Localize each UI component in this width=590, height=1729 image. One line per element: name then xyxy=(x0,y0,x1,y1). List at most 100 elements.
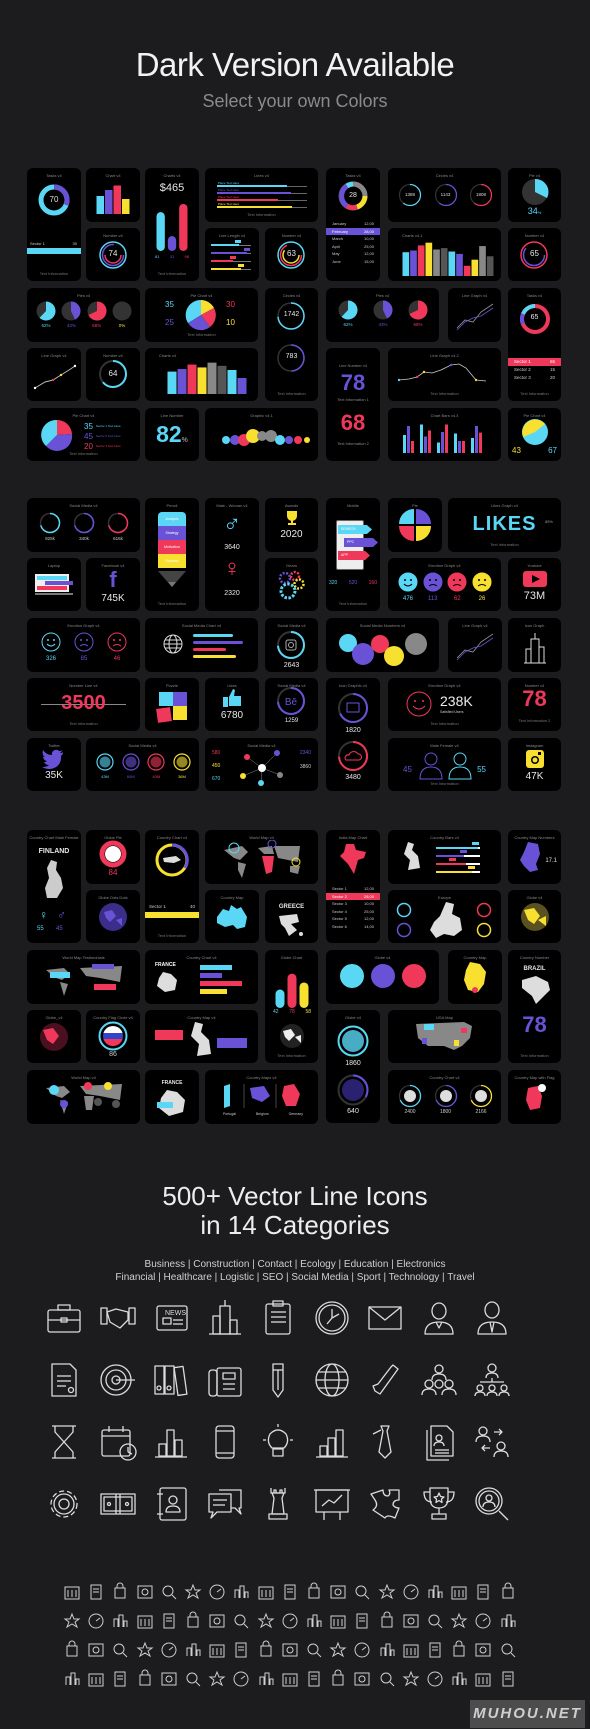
card-footer: Text Information xyxy=(69,721,98,726)
card-social1: Social Media v4 925k 340k 616k xyxy=(27,498,140,552)
world-map xyxy=(224,840,301,878)
stat-value: 520 xyxy=(348,580,358,586)
social-icon-item: 84M xyxy=(122,753,140,783)
india-map xyxy=(340,844,366,874)
sector-value: 12,00 xyxy=(363,916,374,921)
card-male-female: Male - Woman v4 ♂ 3640 ♀ 2320 xyxy=(205,498,259,611)
card-number-3500: Number Line v4 3500 Text Information xyxy=(27,678,140,731)
card-title: Twitter xyxy=(48,743,60,748)
small-icon xyxy=(187,1611,199,1628)
card-gears: Gears xyxy=(265,558,318,611)
country-label: Belgium xyxy=(255,1112,269,1116)
pencil-segment: Strategy xyxy=(158,526,186,540)
line-chart xyxy=(33,364,77,390)
card-title: Charts v4 xyxy=(159,353,177,358)
card-emotion: Emotion Graph v4 326 85 46 xyxy=(27,618,140,672)
lightbulb-icon xyxy=(263,1424,293,1457)
country-ring: 1800 xyxy=(434,1084,458,1118)
country-bars xyxy=(436,842,480,873)
month-name: February xyxy=(332,228,349,234)
bar xyxy=(428,430,431,453)
bar xyxy=(167,371,177,394)
sector-value: 10,00 xyxy=(363,901,374,906)
bar xyxy=(177,369,187,394)
card-title: Number v4 xyxy=(281,233,302,238)
small-icon xyxy=(330,1585,346,1599)
pill-bar xyxy=(156,212,165,251)
follower-count: 745K xyxy=(101,593,125,604)
card-title: Pies v4 xyxy=(76,293,91,298)
telephone-icon xyxy=(372,1364,399,1395)
ring-value: 1742 xyxy=(283,311,300,318)
pencil-icon xyxy=(272,1363,284,1398)
exchange-people-icon xyxy=(475,1426,509,1458)
card-title: Icon Graph xyxy=(524,623,545,628)
card-title: Line Number xyxy=(160,413,184,418)
card-globe-red: Globe_v4 xyxy=(27,1010,81,1063)
small-icon xyxy=(260,1640,272,1657)
sector-row: Sector 2 28,00 xyxy=(326,892,380,900)
card-title: Emotion Graph v4 xyxy=(67,623,100,628)
bar xyxy=(425,242,433,276)
card-title: Tasks v4 xyxy=(526,293,543,298)
card-title: Instagram xyxy=(525,743,544,748)
sector-label: Sector 5 xyxy=(332,916,347,921)
card-korea: Country Map with Flag xyxy=(508,1070,561,1124)
pie-item: 68% xyxy=(87,301,107,335)
card-worldmap-text: World Map Testimonials xyxy=(27,950,140,1004)
small-icon xyxy=(234,1614,249,1629)
small-icon xyxy=(235,1642,247,1658)
card-footer: Text Information xyxy=(490,542,519,547)
ring-value: 63 xyxy=(287,249,296,258)
bar xyxy=(403,435,406,453)
small-icon xyxy=(475,1673,491,1687)
male-icon: ♂ xyxy=(57,908,66,922)
card-line-graph-wide: Line Graph v4.2 Text Information xyxy=(388,348,501,401)
card-footer: Text Information 2 xyxy=(518,718,551,723)
small-icon xyxy=(428,1585,443,1598)
card-title: Tasks v4 xyxy=(46,173,62,178)
card-chart-v4b: Charts v4 xyxy=(145,348,258,401)
bar xyxy=(475,426,478,453)
ring-chart xyxy=(396,922,412,938)
building-icon xyxy=(524,633,546,664)
legend-label: Sector 1 Text Here xyxy=(95,424,121,428)
sector-label: Sector 3 xyxy=(332,901,347,906)
card-title: Likes Graph v4 xyxy=(491,503,518,508)
small-icon xyxy=(307,1643,322,1658)
categories-list: Business | Construction | Contact | Ecol… xyxy=(0,1258,590,1284)
sector-value: 14,00 xyxy=(363,923,374,929)
globe-icon xyxy=(280,1024,304,1048)
card-likes-6780: Likes 6780 xyxy=(205,678,259,731)
country-rings: 2400 1800 2166 xyxy=(398,1084,493,1118)
sector-row: Sector 4 25,00 xyxy=(326,908,380,916)
card-title: Lines v4 xyxy=(254,173,269,178)
month-name: May xyxy=(332,251,340,256)
month-row: June 15,00 xyxy=(326,258,380,266)
finland-map xyxy=(45,860,63,898)
globes xyxy=(340,964,426,988)
icons-section-title: 500+ Vector Line Icons in 14 Categories xyxy=(0,1182,590,1240)
newspaper-icon: NEWS xyxy=(156,1305,188,1331)
globe-icon xyxy=(521,903,549,931)
big-number: 78 xyxy=(340,370,366,395)
country-ring: 2166 xyxy=(469,1084,493,1118)
social-value: 40M xyxy=(152,774,161,779)
tweet-count: 35K xyxy=(45,770,63,781)
pill-bar xyxy=(287,973,297,1008)
card-footer: Text Information xyxy=(520,391,549,396)
card-bars12: Charts v4.1 xyxy=(388,228,501,281)
clock-icon xyxy=(314,1301,349,1335)
card-twitter: Twitter 35K xyxy=(27,738,81,791)
target-icon xyxy=(99,1364,135,1396)
card-country-chart: Country Chart v4 2400 1800 2166 xyxy=(388,1070,501,1124)
quadrant-pie xyxy=(399,509,431,541)
small-icon xyxy=(308,1671,320,1687)
bar xyxy=(227,370,237,394)
circle-stat: 1143 xyxy=(434,183,458,207)
male-icon: ♂ xyxy=(223,511,241,538)
card-icon-graphic: Icon Graphic v4 1820 3480 xyxy=(326,678,380,791)
card-worldmap: World Map v4 xyxy=(205,830,318,884)
pie-item: 62% xyxy=(338,300,358,334)
small-icon xyxy=(208,1670,226,1687)
